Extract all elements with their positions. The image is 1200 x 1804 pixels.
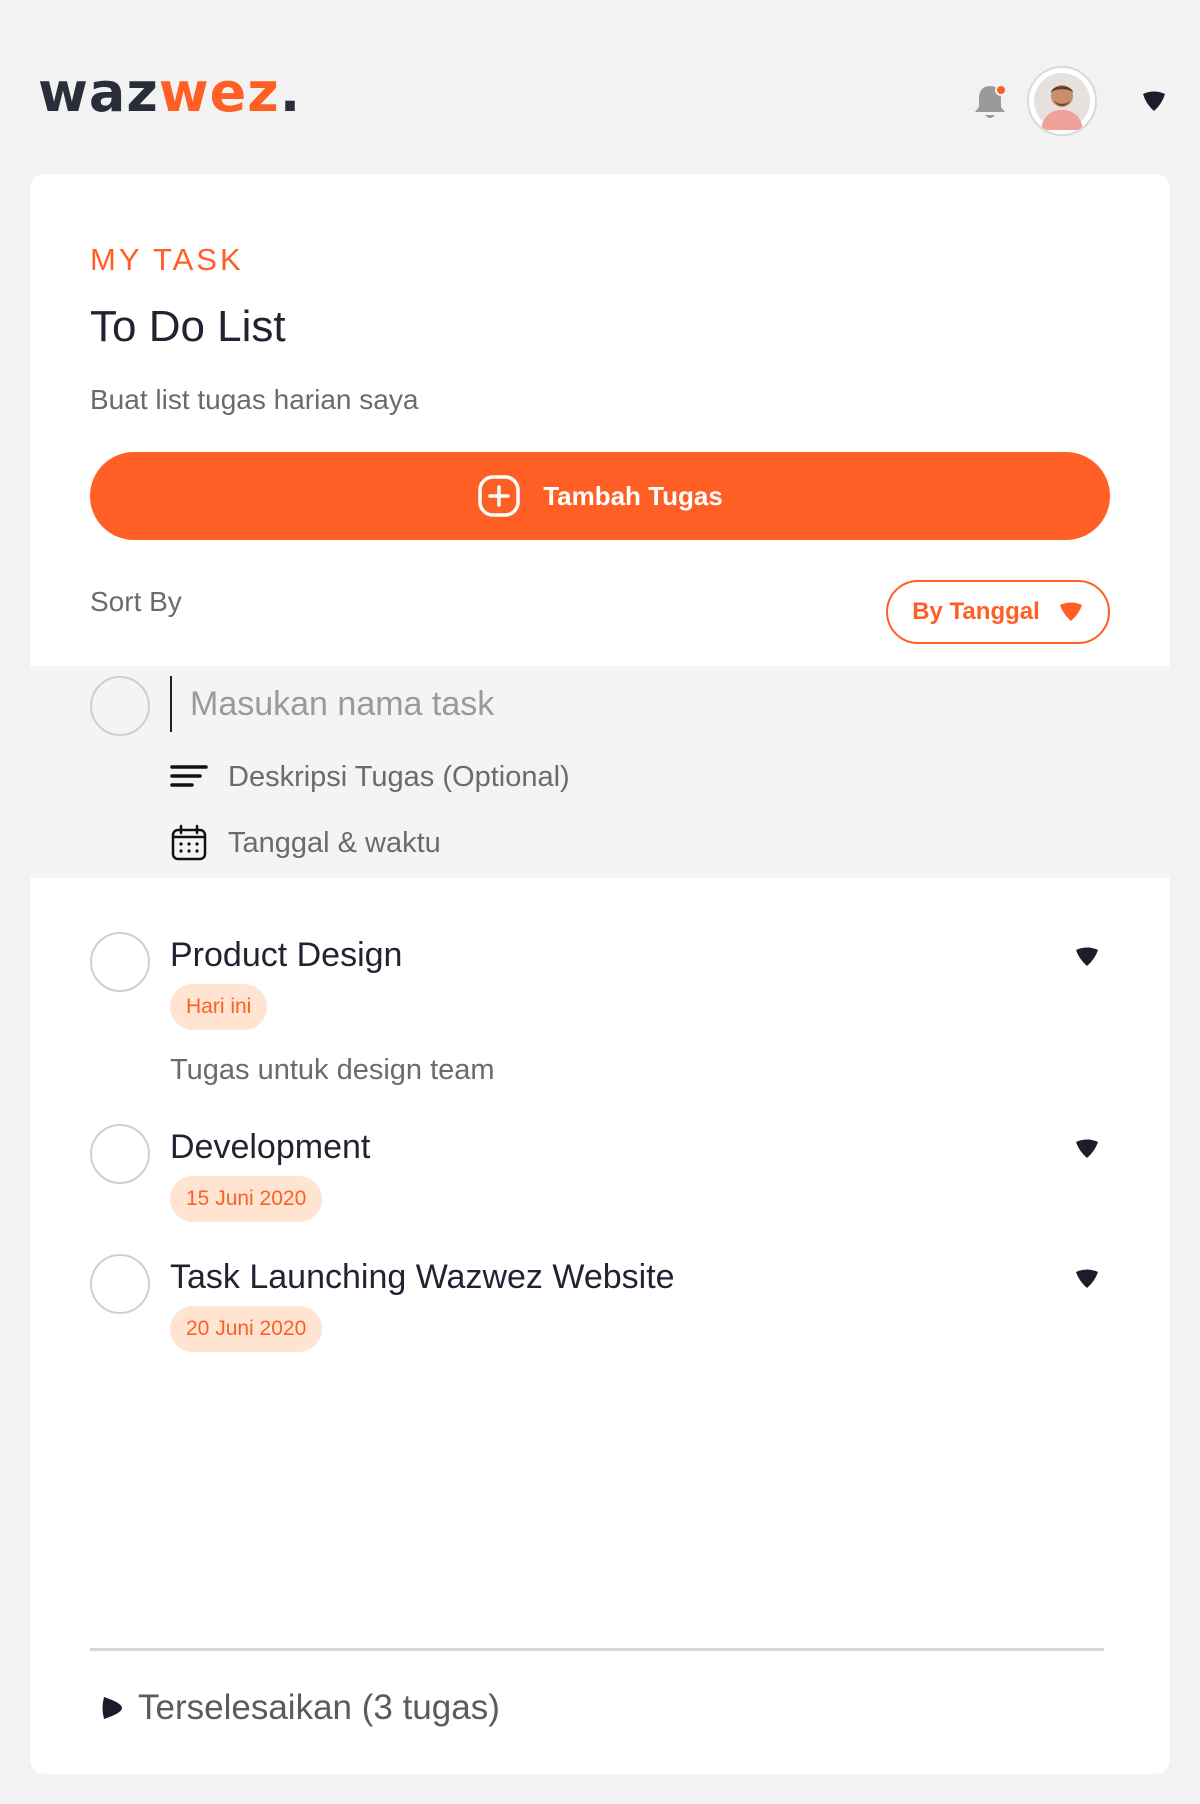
new-task-checkbox[interactable] bbox=[90, 676, 150, 736]
section-eyebrow: MY TASK bbox=[90, 242, 244, 277]
wazwez-logo[interactable]: wazwez. bbox=[38, 66, 301, 120]
task-checkbox[interactable] bbox=[90, 1254, 150, 1314]
task-title: Product Design bbox=[170, 936, 403, 974]
date-time-placeholder: Tanggal & waktu bbox=[228, 826, 441, 859]
chevron-down-icon bbox=[1059, 602, 1082, 621]
plus-circle-icon bbox=[478, 475, 520, 517]
chevron-down-icon[interactable] bbox=[1074, 1268, 1100, 1290]
chevron-down-icon[interactable] bbox=[1074, 1138, 1100, 1160]
text-lines-icon bbox=[170, 765, 208, 787]
chevron-right-icon bbox=[102, 1697, 122, 1719]
app-header: wazwez. bbox=[0, 0, 1200, 170]
description-placeholder: Deskripsi Tugas (Optional) bbox=[228, 760, 570, 793]
avatar-illustration-icon bbox=[1034, 73, 1090, 130]
completed-tasks-toggle[interactable]: Terselesaikan (3 tugas) bbox=[100, 1688, 500, 1728]
text-cursor bbox=[170, 676, 172, 732]
todo-card: MY TASK To Do List Buat list tugas haria… bbox=[30, 174, 1170, 1774]
task-date-badge: 20 Juni 2020 bbox=[170, 1306, 323, 1352]
task-date-badge: Hari ini bbox=[170, 984, 268, 1030]
page-title: To Do List bbox=[90, 302, 286, 351]
date-time-field[interactable]: Tanggal & waktu bbox=[170, 824, 441, 862]
sort-label: Sort By bbox=[90, 586, 182, 617]
add-task-label: Tambah Tugas bbox=[543, 480, 723, 511]
sort-dropdown[interactable]: By Tanggal bbox=[886, 580, 1110, 644]
task-name-input[interactable] bbox=[190, 674, 1090, 734]
completed-label: Terselesaikan (3 tugas) bbox=[138, 1688, 500, 1727]
new-task-form: Deskripsi Tugas (Optional) Tanggal & wak… bbox=[30, 666, 1170, 878]
chevron-down-icon[interactable] bbox=[1140, 90, 1168, 114]
divider bbox=[90, 1648, 1104, 1651]
bell-icon[interactable] bbox=[972, 82, 1008, 122]
page-subtitle: Buat list tugas harian saya bbox=[90, 384, 419, 415]
logo-text-part2: wez bbox=[158, 61, 280, 124]
task-checkbox[interactable] bbox=[90, 1124, 150, 1184]
chevron-down-icon[interactable] bbox=[1074, 946, 1100, 968]
logo-dot: . bbox=[279, 61, 302, 124]
task-date-badge: 15 Juni 2020 bbox=[170, 1176, 323, 1222]
task-description: Tugas untuk design team bbox=[170, 1054, 495, 1086]
calendar-icon bbox=[171, 824, 207, 861]
user-avatar[interactable] bbox=[1027, 66, 1097, 136]
add-task-button[interactable]: Tambah Tugas bbox=[90, 452, 1110, 540]
task-title: Task Launching Wazwez Website bbox=[170, 1258, 675, 1296]
sort-value: By Tanggal bbox=[912, 598, 1040, 625]
logo-text-part1: waz bbox=[38, 61, 159, 124]
task-checkbox[interactable] bbox=[90, 932, 150, 992]
description-field[interactable]: Deskripsi Tugas (Optional) bbox=[170, 758, 570, 796]
task-title: Development bbox=[170, 1128, 371, 1166]
